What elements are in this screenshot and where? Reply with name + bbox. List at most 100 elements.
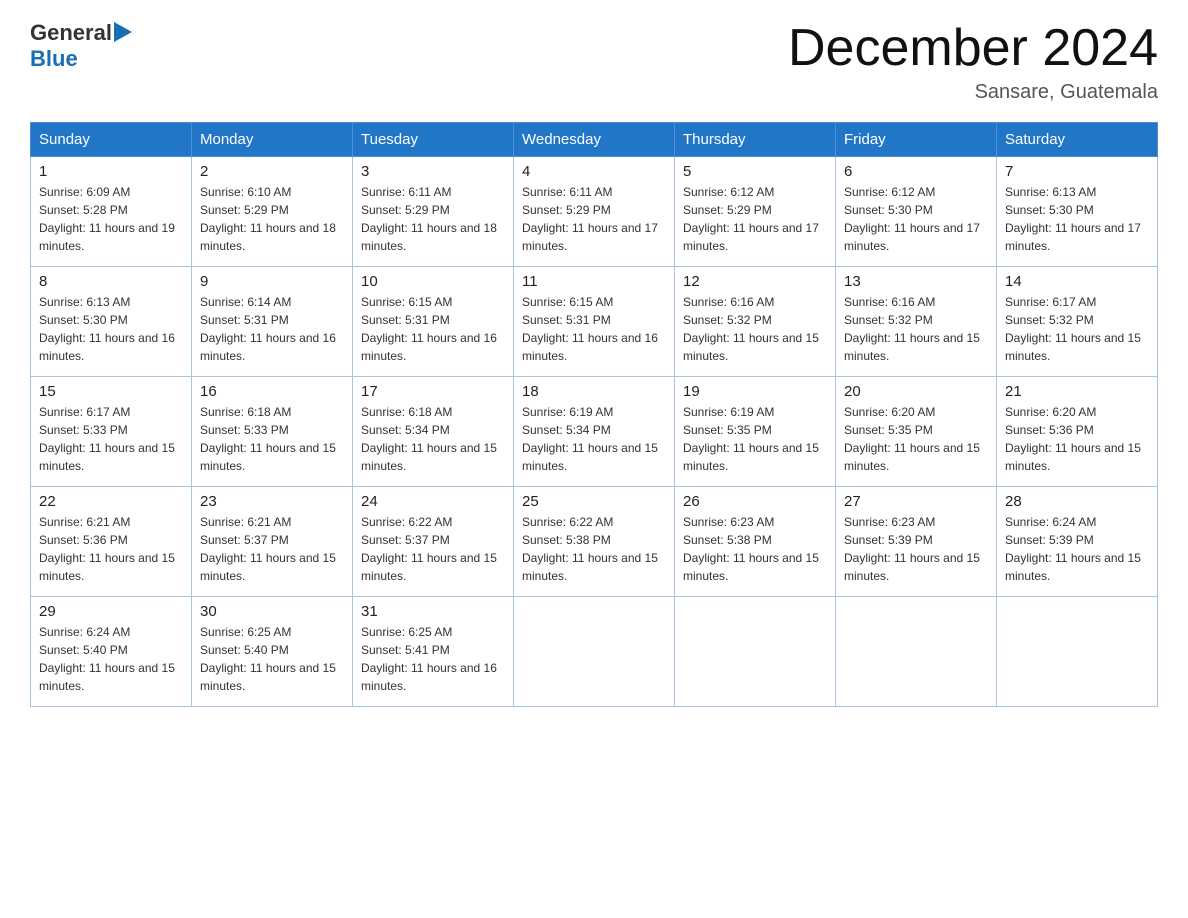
day-info: Sunrise: 6:24 AMSunset: 5:39 PMDaylight:…: [1005, 513, 1149, 585]
weekday-header-sunday: Sunday: [31, 123, 192, 157]
day-number: 30: [200, 603, 344, 620]
day-info: Sunrise: 6:23 AMSunset: 5:39 PMDaylight:…: [844, 513, 988, 585]
calendar-day-cell: 10 Sunrise: 6:15 AMSunset: 5:31 PMDaylig…: [353, 267, 514, 377]
calendar-day-cell: [675, 597, 836, 707]
calendar-day-cell: [514, 597, 675, 707]
day-number: 18: [522, 383, 666, 400]
day-info: Sunrise: 6:25 AMSunset: 5:41 PMDaylight:…: [361, 623, 505, 695]
day-info: Sunrise: 6:21 AMSunset: 5:37 PMDaylight:…: [200, 513, 344, 585]
weekday-header-saturday: Saturday: [997, 123, 1158, 157]
day-number: 8: [39, 273, 183, 290]
day-info: Sunrise: 6:15 AMSunset: 5:31 PMDaylight:…: [522, 293, 666, 365]
calendar-day-cell: 13 Sunrise: 6:16 AMSunset: 5:32 PMDaylig…: [836, 267, 997, 377]
day-info: Sunrise: 6:14 AMSunset: 5:31 PMDaylight:…: [200, 293, 344, 365]
calendar-day-cell: 12 Sunrise: 6:16 AMSunset: 5:32 PMDaylig…: [675, 267, 836, 377]
calendar-day-cell: 1 Sunrise: 6:09 AMSunset: 5:28 PMDayligh…: [31, 157, 192, 267]
day-info: Sunrise: 6:20 AMSunset: 5:35 PMDaylight:…: [844, 403, 988, 475]
calendar-day-cell: 6 Sunrise: 6:12 AMSunset: 5:30 PMDayligh…: [836, 157, 997, 267]
calendar-table: SundayMondayTuesdayWednesdayThursdayFrid…: [30, 122, 1158, 707]
calendar-day-cell: 18 Sunrise: 6:19 AMSunset: 5:34 PMDaylig…: [514, 377, 675, 487]
calendar-week-row: 15 Sunrise: 6:17 AMSunset: 5:33 PMDaylig…: [31, 377, 1158, 487]
calendar-day-cell: 31 Sunrise: 6:25 AMSunset: 5:41 PMDaylig…: [353, 597, 514, 707]
calendar-week-row: 22 Sunrise: 6:21 AMSunset: 5:36 PMDaylig…: [31, 487, 1158, 597]
day-number: 27: [844, 493, 988, 510]
day-number: 29: [39, 603, 183, 620]
day-number: 7: [1005, 163, 1149, 180]
day-info: Sunrise: 6:19 AMSunset: 5:35 PMDaylight:…: [683, 403, 827, 475]
calendar-day-cell: 4 Sunrise: 6:11 AMSunset: 5:29 PMDayligh…: [514, 157, 675, 267]
day-number: 5: [683, 163, 827, 180]
day-number: 23: [200, 493, 344, 510]
calendar-day-cell: [836, 597, 997, 707]
weekday-header-thursday: Thursday: [675, 123, 836, 157]
logo-general-text: General: [30, 20, 112, 46]
day-info: Sunrise: 6:17 AMSunset: 5:32 PMDaylight:…: [1005, 293, 1149, 365]
calendar-day-cell: 21 Sunrise: 6:20 AMSunset: 5:36 PMDaylig…: [997, 377, 1158, 487]
weekday-header-row: SundayMondayTuesdayWednesdayThursdayFrid…: [31, 123, 1158, 157]
day-info: Sunrise: 6:22 AMSunset: 5:38 PMDaylight:…: [522, 513, 666, 585]
calendar-day-cell: 11 Sunrise: 6:15 AMSunset: 5:31 PMDaylig…: [514, 267, 675, 377]
calendar-day-cell: 25 Sunrise: 6:22 AMSunset: 5:38 PMDaylig…: [514, 487, 675, 597]
day-info: Sunrise: 6:16 AMSunset: 5:32 PMDaylight:…: [683, 293, 827, 365]
day-number: 31: [361, 603, 505, 620]
day-info: Sunrise: 6:18 AMSunset: 5:34 PMDaylight:…: [361, 403, 505, 475]
day-info: Sunrise: 6:10 AMSunset: 5:29 PMDaylight:…: [200, 183, 344, 255]
calendar-day-cell: 7 Sunrise: 6:13 AMSunset: 5:30 PMDayligh…: [997, 157, 1158, 267]
day-info: Sunrise: 6:12 AMSunset: 5:29 PMDaylight:…: [683, 183, 827, 255]
calendar-day-cell: 15 Sunrise: 6:17 AMSunset: 5:33 PMDaylig…: [31, 377, 192, 487]
weekday-header-wednesday: Wednesday: [514, 123, 675, 157]
day-number: 28: [1005, 493, 1149, 510]
day-info: Sunrise: 6:21 AMSunset: 5:36 PMDaylight:…: [39, 513, 183, 585]
day-info: Sunrise: 6:13 AMSunset: 5:30 PMDaylight:…: [1005, 183, 1149, 255]
day-info: Sunrise: 6:24 AMSunset: 5:40 PMDaylight:…: [39, 623, 183, 695]
calendar-week-row: 29 Sunrise: 6:24 AMSunset: 5:40 PMDaylig…: [31, 597, 1158, 707]
calendar-day-cell: 19 Sunrise: 6:19 AMSunset: 5:35 PMDaylig…: [675, 377, 836, 487]
day-info: Sunrise: 6:15 AMSunset: 5:31 PMDaylight:…: [361, 293, 505, 365]
day-number: 24: [361, 493, 505, 510]
day-number: 17: [361, 383, 505, 400]
weekday-header-tuesday: Tuesday: [353, 123, 514, 157]
day-number: 4: [522, 163, 666, 180]
calendar-day-cell: 27 Sunrise: 6:23 AMSunset: 5:39 PMDaylig…: [836, 487, 997, 597]
day-info: Sunrise: 6:17 AMSunset: 5:33 PMDaylight:…: [39, 403, 183, 475]
calendar-day-cell: 28 Sunrise: 6:24 AMSunset: 5:39 PMDaylig…: [997, 487, 1158, 597]
calendar-day-cell: 20 Sunrise: 6:20 AMSunset: 5:35 PMDaylig…: [836, 377, 997, 487]
day-info: Sunrise: 6:16 AMSunset: 5:32 PMDaylight:…: [844, 293, 988, 365]
day-number: 11: [522, 273, 666, 290]
day-number: 21: [1005, 383, 1149, 400]
calendar-day-cell: 24 Sunrise: 6:22 AMSunset: 5:37 PMDaylig…: [353, 487, 514, 597]
day-number: 12: [683, 273, 827, 290]
day-number: 19: [683, 383, 827, 400]
calendar-day-cell: 30 Sunrise: 6:25 AMSunset: 5:40 PMDaylig…: [192, 597, 353, 707]
calendar-day-cell: 14 Sunrise: 6:17 AMSunset: 5:32 PMDaylig…: [997, 267, 1158, 377]
day-info: Sunrise: 6:25 AMSunset: 5:40 PMDaylight:…: [200, 623, 344, 695]
calendar-day-cell: 5 Sunrise: 6:12 AMSunset: 5:29 PMDayligh…: [675, 157, 836, 267]
calendar-day-cell: 17 Sunrise: 6:18 AMSunset: 5:34 PMDaylig…: [353, 377, 514, 487]
calendar-day-cell: 2 Sunrise: 6:10 AMSunset: 5:29 PMDayligh…: [192, 157, 353, 267]
calendar-day-cell: 29 Sunrise: 6:24 AMSunset: 5:40 PMDaylig…: [31, 597, 192, 707]
day-info: Sunrise: 6:13 AMSunset: 5:30 PMDaylight:…: [39, 293, 183, 365]
calendar-day-cell: 26 Sunrise: 6:23 AMSunset: 5:38 PMDaylig…: [675, 487, 836, 597]
calendar-day-cell: 8 Sunrise: 6:13 AMSunset: 5:30 PMDayligh…: [31, 267, 192, 377]
day-number: 3: [361, 163, 505, 180]
weekday-header-monday: Monday: [192, 123, 353, 157]
calendar-day-cell: 16 Sunrise: 6:18 AMSunset: 5:33 PMDaylig…: [192, 377, 353, 487]
day-number: 22: [39, 493, 183, 510]
day-info: Sunrise: 6:19 AMSunset: 5:34 PMDaylight:…: [522, 403, 666, 475]
day-number: 16: [200, 383, 344, 400]
day-number: 25: [522, 493, 666, 510]
day-info: Sunrise: 6:18 AMSunset: 5:33 PMDaylight:…: [200, 403, 344, 475]
day-number: 26: [683, 493, 827, 510]
title-block: December 2024 Sansare, Guatemala: [788, 20, 1158, 104]
day-info: Sunrise: 6:12 AMSunset: 5:30 PMDaylight:…: [844, 183, 988, 255]
day-info: Sunrise: 6:11 AMSunset: 5:29 PMDaylight:…: [361, 183, 505, 255]
calendar-day-cell: 23 Sunrise: 6:21 AMSunset: 5:37 PMDaylig…: [192, 487, 353, 597]
weekday-header-friday: Friday: [836, 123, 997, 157]
day-number: 13: [844, 273, 988, 290]
day-info: Sunrise: 6:11 AMSunset: 5:29 PMDaylight:…: [522, 183, 666, 255]
day-number: 10: [361, 273, 505, 290]
day-number: 9: [200, 273, 344, 290]
day-number: 20: [844, 383, 988, 400]
calendar-week-row: 1 Sunrise: 6:09 AMSunset: 5:28 PMDayligh…: [31, 157, 1158, 267]
day-number: 6: [844, 163, 988, 180]
